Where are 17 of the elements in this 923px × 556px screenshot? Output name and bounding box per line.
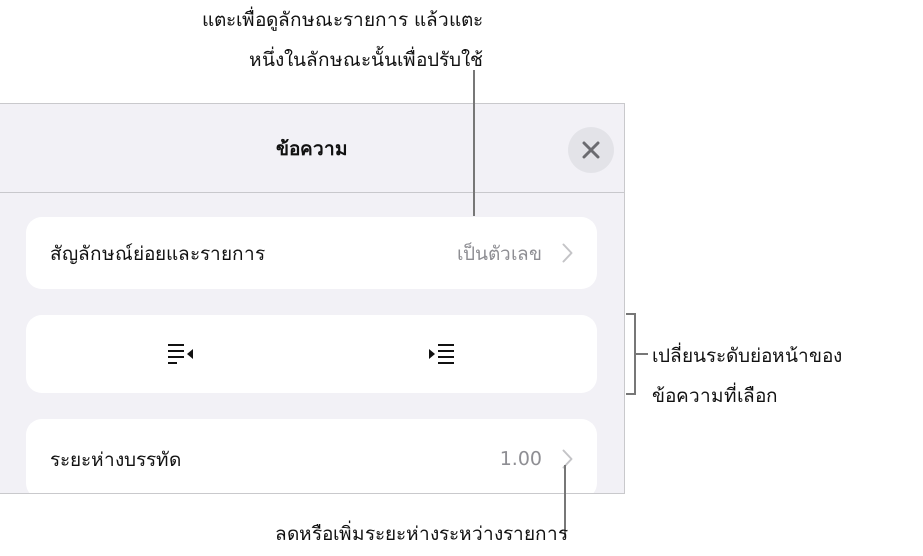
close-icon	[582, 141, 600, 159]
callout-text: แตะเพื่อดูลักษณะรายการ แล้วแตะ หนึ่งในลักษณะนั้นเพื่อปรับใช้	[202, 0, 483, 80]
increase-indent-icon	[429, 343, 456, 365]
callout-text: เปลี่ยนระดับย่อหน้าของ ข้อความที่เลือก	[652, 336, 842, 416]
chevron-icon	[562, 243, 573, 263]
panel-title: ข้อความ	[276, 137, 348, 162]
row-label: สัญลักษณ์ย่อยและรายการ	[50, 242, 265, 267]
row-value: 1.00	[500, 448, 542, 470]
row-label: ระยะห่างบรรทัด	[50, 448, 181, 473]
callout-text: ลดหรือเพิ่มระยะห่างระหว่างรายการ	[275, 514, 568, 554]
settings-row[interactable]: สัญลักษณ์ย่อยและรายการ เป็นตัวเลข	[26, 217, 597, 289]
chevron-icon	[562, 449, 573, 469]
close-button[interactable]	[568, 127, 614, 173]
settings-row[interactable]: ระยะห่างบรรทัด 1.00	[26, 419, 597, 493]
leader-line	[564, 465, 566, 537]
row-value: เป็นตัวเลข	[457, 241, 542, 267]
decrease-indent-icon	[168, 343, 194, 365]
